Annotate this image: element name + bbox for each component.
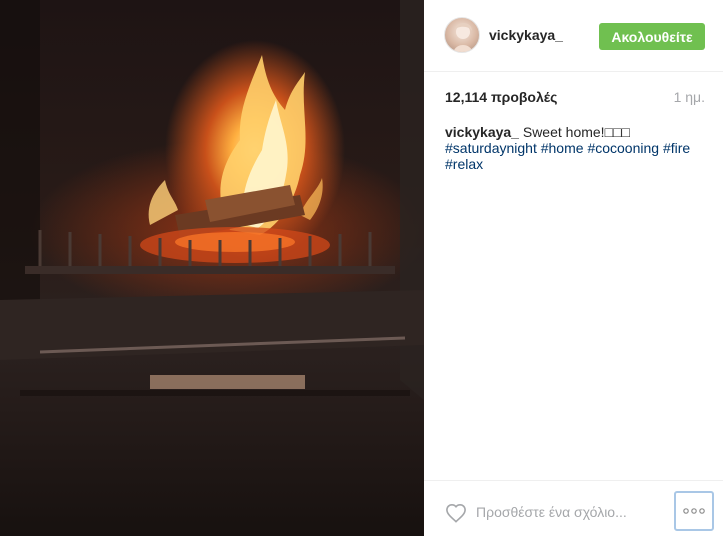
following-button[interactable]: Ακολουθείτε xyxy=(599,23,705,50)
hashtag-link[interactable]: #home xyxy=(541,140,584,156)
post-timestamp[interactable]: 1 ημ. xyxy=(674,89,705,105)
caption-text: Sweet home!□□□ xyxy=(518,124,630,140)
hashtag-link[interactable]: #saturdaynight xyxy=(445,140,537,156)
more-options-button[interactable] xyxy=(674,491,714,531)
heart-outline-icon[interactable] xyxy=(445,503,467,523)
post-footer xyxy=(424,480,723,536)
view-count: 12,114 προβολές xyxy=(445,89,558,105)
caption-username[interactable]: vickykaya_ xyxy=(445,124,519,140)
hashtag-link[interactable]: #cocooning xyxy=(587,140,659,156)
hashtag-link[interactable]: #relax xyxy=(445,156,483,172)
avatar[interactable] xyxy=(444,17,480,53)
comment-input[interactable] xyxy=(476,500,666,524)
fireplace-image xyxy=(0,0,424,400)
post-caption: vickykaya_ Sweet home!□□□ #saturdaynight… xyxy=(445,124,707,172)
hashtag-link[interactable]: #fire xyxy=(663,140,690,156)
post-header: vickykaya_ Ακολουθείτε xyxy=(424,0,723,72)
ellipsis-icon xyxy=(683,508,705,514)
post-video[interactable] xyxy=(0,0,424,536)
username-link[interactable]: vickykaya_ xyxy=(489,27,563,43)
post-sidebar: vickykaya_ Ακολουθείτε 12,114 προβολές 1… xyxy=(424,0,723,536)
